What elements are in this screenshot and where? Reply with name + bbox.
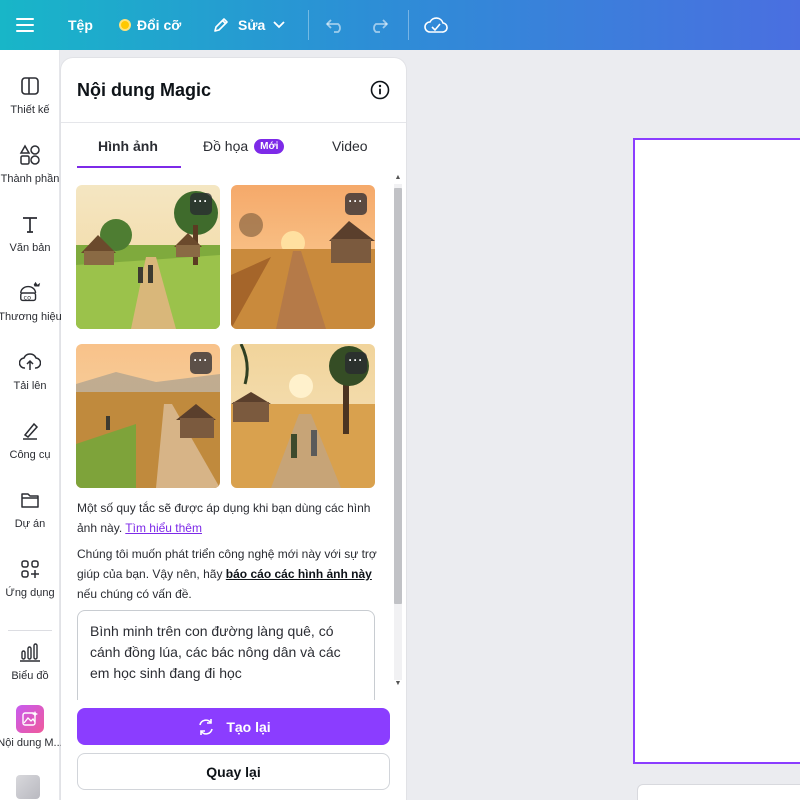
panel-title: Nội dung Magic (77, 80, 211, 100)
sidebar-divider (8, 630, 52, 631)
prompt-input[interactable]: Bình minh trên con đường làng quê, có cá… (77, 610, 375, 700)
more-options-button[interactable]: ··· (345, 193, 367, 215)
sidebar-item-uploads[interactable]: Tải lên (0, 350, 60, 412)
design-canvas-page[interactable] (633, 138, 800, 764)
sidebar-item-label: Thiết kế (10, 104, 50, 116)
tab-images[interactable]: Hình ảnh (98, 138, 158, 154)
sidebar-item-label: Văn bản (9, 242, 51, 254)
chevron-down-icon (273, 21, 285, 29)
new-badge: Mới (254, 139, 285, 154)
tab-label: Video (332, 138, 368, 154)
pencil-icon (212, 16, 230, 34)
back-button[interactable]: Quay lại (77, 753, 390, 790)
undo-icon[interactable] (325, 0, 345, 50)
sidebar-item-label: Biểu đồ (11, 670, 49, 682)
scrollbar-thumb[interactable] (394, 188, 402, 604)
refresh-icon (196, 717, 216, 737)
more-options-button[interactable]: ··· (190, 193, 212, 215)
redo-icon[interactable] (369, 0, 389, 50)
text-icon (18, 212, 42, 236)
scroll-up-arrow[interactable]: ▲ (394, 174, 402, 182)
panel-tabs: Hình ảnh Đồ họa Mới Video (77, 138, 390, 168)
brand-icon: co (18, 281, 42, 305)
folder-icon (18, 488, 42, 512)
sidebar-item-label: Thành phần (0, 173, 60, 185)
sidebar-item-label: Nội dung M... (0, 737, 63, 749)
usage-rules-text: Một số quy tắc sẽ được áp dụng khi bạn d… (77, 501, 371, 535)
sidebar-item-label: Tải lên (13, 380, 47, 392)
elements-icon (18, 143, 42, 167)
layout-icon (18, 74, 42, 98)
sidebar-item-label: Thương hiệu (0, 311, 62, 323)
generated-image-1[interactable]: ··· (76, 185, 220, 329)
sidebar-item-text[interactable]: Văn bản (0, 212, 60, 274)
sidebar-item-label: Ứng dụng (5, 587, 55, 599)
more-options-button[interactable]: ··· (345, 352, 367, 374)
toolbar-divider (408, 10, 409, 40)
learn-more-link[interactable]: Tìm hiểu thêm (125, 521, 202, 535)
panel-divider (61, 122, 406, 123)
magic-media-icon (16, 705, 44, 733)
back-label: Quay lại (206, 763, 261, 780)
panel-scrollbar[interactable]: ▲ ▼ (392, 174, 402, 690)
sidebar-item-elements[interactable]: Thành phần (0, 143, 60, 205)
magic-media-panel: Nội dung Magic Hình ảnh Đồ họa Mới Video (61, 58, 406, 800)
sidebar-item-magic-media[interactable]: Nội dung M... (0, 705, 63, 767)
sidebar-item-tools[interactable]: Công cụ (0, 419, 60, 481)
tab-graphics[interactable]: Đồ họa Mới (203, 138, 285, 154)
sidebar-item-label: Công cụ (9, 449, 51, 461)
regenerate-label: Tạo lại (226, 718, 271, 735)
usage-rules-note: Một số quy tắc sẽ được áp dụng khi bạn d… (77, 498, 377, 538)
chart-icon (18, 640, 42, 664)
tab-label: Hình ảnh (98, 138, 158, 154)
edit-button[interactable]: Sửa (212, 0, 285, 50)
tab-label: Đồ họa (203, 138, 249, 154)
top-toolbar: Tệp Đổi cỡ Sửa (0, 0, 800, 50)
file-menu-label: Tệp (68, 17, 93, 33)
canvas-footer-bar (637, 784, 800, 800)
active-tab-indicator (77, 166, 181, 168)
sidebar-item-design[interactable]: Thiết kế (0, 74, 60, 136)
toolbar-divider (308, 10, 309, 40)
resize-label: Đổi cỡ (137, 17, 182, 33)
crown-icon (119, 19, 131, 31)
edit-label: Sửa (238, 17, 266, 33)
upload-icon (18, 350, 42, 374)
file-menu-button[interactable]: Tệp (68, 0, 93, 50)
info-icon[interactable] (370, 80, 390, 100)
report-images-link[interactable]: báo cáo các hình ảnh này (226, 567, 372, 581)
sidebar-item-brand[interactable]: co Thương hiệu (0, 281, 62, 343)
scroll-down-arrow[interactable]: ▼ (394, 680, 402, 688)
generated-image-4[interactable]: ··· (231, 344, 375, 488)
sidebar-item-charts[interactable]: Biểu đồ (0, 640, 60, 702)
apps-icon (18, 557, 42, 581)
tools-icon (18, 419, 42, 443)
generated-image-2[interactable]: ··· (231, 185, 375, 329)
resize-button[interactable]: Đổi cỡ (119, 0, 181, 50)
cloud-check-icon[interactable] (424, 0, 448, 50)
tab-video[interactable]: Video (332, 138, 368, 154)
regenerate-button[interactable]: Tạo lại (77, 708, 390, 745)
left-sidebar: Thiết kế Thành phần Văn bản co Thương hi… (0, 50, 63, 800)
sidebar-item-projects[interactable]: Dự án (0, 488, 60, 550)
menu-icon[interactable] (16, 0, 38, 50)
feedback-suffix: nếu chúng có vấn đề. (77, 587, 192, 601)
sidebar-item-label: Dự án (14, 518, 46, 530)
app-thumbnail[interactable] (16, 775, 40, 799)
more-options-button[interactable]: ··· (190, 352, 212, 374)
generated-image-3[interactable]: ··· (76, 344, 220, 488)
svg-text:co: co (24, 293, 32, 301)
feedback-note: Chúng tôi muốn phát triển công nghệ mới … (77, 544, 377, 604)
sidebar-item-apps[interactable]: Ứng dụng (0, 557, 60, 619)
